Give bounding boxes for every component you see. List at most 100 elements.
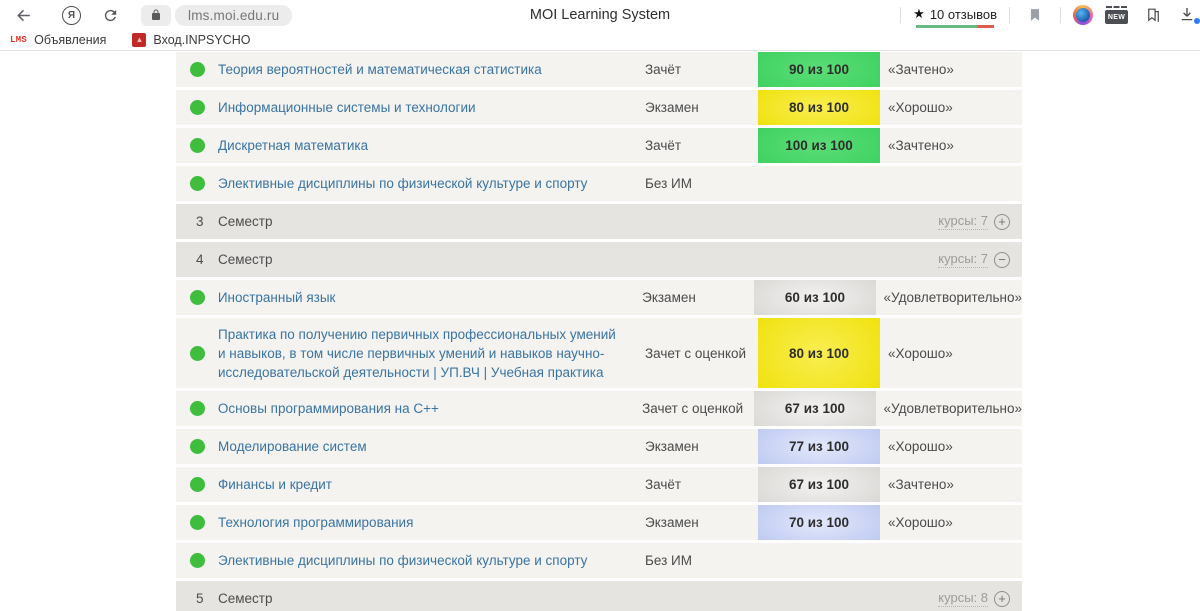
- score-badge: 77 из 100: [758, 429, 880, 464]
- score-badge: 80 из 100: [758, 318, 880, 388]
- site-rating[interactable]: ★ 10 отзывов: [913, 2, 997, 28]
- bookmark-flag-icon[interactable]: [1022, 2, 1048, 28]
- courses-count-link[interactable]: курсы: 8: [938, 590, 988, 607]
- lms-favicon: LMS: [10, 35, 27, 45]
- course-row: Информационные системы и технологии Экза…: [176, 90, 1022, 125]
- bookmark-announcements[interactable]: LMS Объявления: [10, 33, 106, 47]
- status-dot: [190, 290, 205, 305]
- course-row: Моделирование систем Экзамен 77 из 100 «…: [176, 429, 1022, 464]
- expand-icon[interactable]: [994, 591, 1010, 607]
- course-row: Элективные дисциплины по физической куль…: [176, 543, 1022, 578]
- course-row: Иностранный язык Экзамен 60 из 100 «Удов…: [176, 280, 1022, 315]
- course-link[interactable]: Дискретная математика: [218, 136, 368, 155]
- exam-type: Экзамен: [645, 505, 758, 540]
- exam-type: Зачет с оценкой: [645, 318, 758, 388]
- grade-text: [880, 543, 1022, 578]
- course-link[interactable]: Технология программирования: [218, 513, 413, 532]
- score-badge: 67 из 100: [758, 467, 880, 502]
- course-row: Теория вероятностей и математическая ста…: [176, 52, 1022, 87]
- semester-row[interactable]: 4 Семестр курсы: 7: [176, 242, 1022, 277]
- grades-table: Теория вероятностей и математическая ста…: [0, 51, 1200, 611]
- courses-count-link[interactable]: курсы: 7: [938, 251, 988, 268]
- bookmark-label: Объявления: [34, 33, 106, 47]
- semester-label: Семестр: [218, 252, 273, 267]
- exam-type: Зачёт: [645, 467, 758, 502]
- score-badge: 100 из 100: [758, 128, 880, 163]
- status-dot: [190, 138, 205, 153]
- course-row: Практика по получению первичных професси…: [176, 318, 1022, 388]
- grade-text: «Хорошо»: [880, 429, 1022, 464]
- course-link[interactable]: Иностранный язык: [218, 288, 336, 307]
- inpsycho-favicon: ▲: [132, 33, 146, 47]
- course-link[interactable]: Основы программирования на C++: [218, 399, 439, 418]
- bookmark-label: Вход.INPSYCHO: [153, 33, 250, 47]
- toolbar-right: ★ 10 отзывов NEW: [900, 2, 1194, 28]
- exam-type: Без ИМ: [645, 166, 758, 201]
- semester-label: Семестр: [218, 591, 273, 606]
- exam-type: Зачёт: [645, 52, 758, 87]
- course-link[interactable]: Элективные дисциплины по физической куль…: [218, 174, 587, 193]
- status-dot: [190, 477, 205, 492]
- divider: [1060, 7, 1061, 23]
- star-icon: ★: [913, 6, 925, 22]
- course-row: Технология программирования Экзамен 70 и…: [176, 505, 1022, 540]
- grade-text: «Хорошо»: [880, 505, 1022, 540]
- grade-text: «Удовлетворительно»: [876, 391, 1022, 426]
- url-text[interactable]: lms.moi.edu.ru: [175, 5, 292, 26]
- status-dot: [190, 401, 205, 416]
- score-badge: 60 из 100: [754, 280, 875, 315]
- status-dot: [190, 62, 205, 77]
- course-link[interactable]: Моделирование систем: [218, 437, 367, 456]
- page-title: MOI Learning System: [530, 7, 670, 23]
- grade-text: «Удовлетворительно»: [876, 280, 1022, 315]
- new-extension-icon[interactable]: NEW: [1105, 10, 1128, 24]
- course-link[interactable]: Финансы и кредит: [218, 475, 332, 494]
- address-bar[interactable]: lms.moi.edu.ru: [141, 5, 292, 26]
- status-dot: [190, 553, 205, 568]
- grade-text: «Хорошо»: [880, 318, 1022, 388]
- semester-number: 4: [196, 252, 210, 267]
- course-row: Основы программирования на C++ Зачет с о…: [176, 391, 1022, 426]
- divider: [900, 7, 901, 23]
- score-badge: 70 из 100: [758, 505, 880, 540]
- lock-icon: [141, 5, 171, 26]
- download-icon[interactable]: [1178, 5, 1198, 25]
- rating-bar: [916, 25, 994, 28]
- extension-profile-icon[interactable]: [1073, 5, 1093, 25]
- grade-text: «Зачтено»: [880, 467, 1022, 502]
- status-dot: [190, 100, 205, 115]
- collapse-icon[interactable]: [994, 252, 1010, 268]
- refresh-icon[interactable]: [97, 2, 123, 28]
- exam-type: Экзамен: [642, 280, 754, 315]
- course-link[interactable]: Элективные дисциплины по физической куль…: [218, 551, 587, 570]
- semester-label: Семестр: [218, 214, 273, 229]
- reviews-count: 10 отзывов: [930, 7, 997, 22]
- course-row: Элективные дисциплины по физической куль…: [176, 166, 1022, 201]
- exam-type: Экзамен: [645, 429, 758, 464]
- status-dot: [190, 515, 205, 530]
- course-row: Дискретная математика Зачёт 100 из 100 «…: [176, 128, 1022, 163]
- bookmark-inpsycho[interactable]: ▲ Вход.INPSYCHO: [132, 33, 250, 47]
- status-dot: [190, 439, 205, 454]
- yandex-button[interactable]: Я: [62, 6, 81, 25]
- course-link[interactable]: Теория вероятностей и математическая ста…: [218, 60, 542, 79]
- course-link[interactable]: Практика по получению первичных професси…: [218, 325, 625, 382]
- exam-type: Экзамен: [645, 90, 758, 125]
- courses-count-link[interactable]: курсы: 7: [938, 213, 988, 230]
- score-badge: 67 из 100: [754, 391, 875, 426]
- back-icon[interactable]: [10, 2, 36, 28]
- collections-icon[interactable]: [1140, 2, 1166, 28]
- semester-number: 5: [196, 591, 210, 606]
- score-badge: 80 из 100: [758, 90, 880, 125]
- status-dot: [190, 346, 205, 361]
- grade-text: «Зачтено»: [880, 128, 1022, 163]
- grade-text: «Зачтено»: [880, 52, 1022, 87]
- score-badge: 90 из 100: [758, 52, 880, 87]
- course-link[interactable]: Информационные системы и технологии: [218, 98, 476, 117]
- browser-toolbar: Я lms.moi.edu.ru MOI Learning System ★ 1…: [0, 0, 1200, 30]
- semester-row[interactable]: 3 Семестр курсы: 7: [176, 204, 1022, 239]
- semester-row[interactable]: 5 Семестр курсы: 8: [176, 581, 1022, 611]
- expand-icon[interactable]: [994, 214, 1010, 230]
- exam-type: Зачёт: [645, 128, 758, 163]
- score-badge: [758, 543, 880, 578]
